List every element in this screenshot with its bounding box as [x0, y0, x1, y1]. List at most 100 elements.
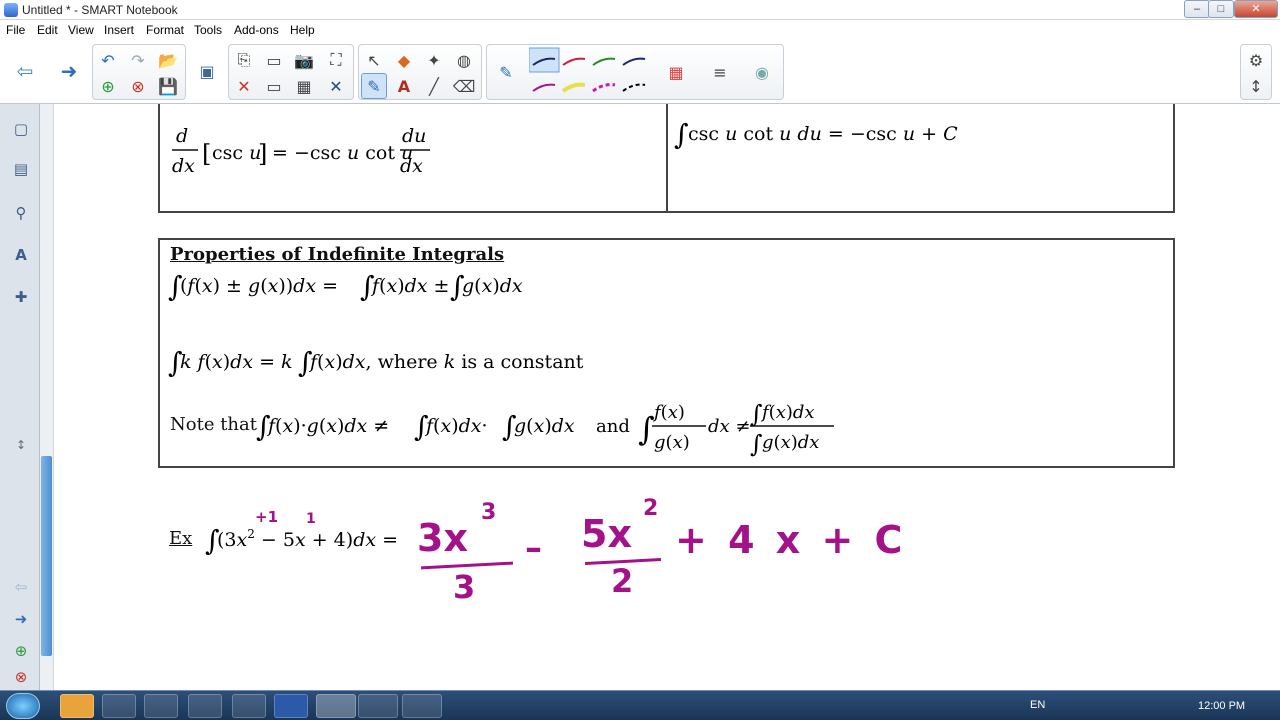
table-divider	[666, 104, 668, 211]
screen-capture-icon[interactable]: ▭	[261, 47, 287, 73]
camera-icon[interactable]: 📷	[291, 47, 317, 73]
handwritten-numerator-2: 5x	[581, 512, 632, 556]
taskbar: EN 12:00 PM	[0, 690, 1280, 720]
svg-text:g(x)dx: g(x)dx	[514, 415, 575, 437]
menu-addons[interactable]: Add-ons	[234, 23, 279, 37]
text-icon[interactable]: A	[391, 73, 417, 99]
taskbar-app-other[interactable]	[402, 694, 442, 718]
handwritten-numerator-1: 3x	[417, 516, 468, 560]
maximize-button[interactable]: □	[1208, 0, 1234, 18]
menu-format[interactable]: Format	[146, 23, 184, 37]
toolbar-settings-group: ⚙ ↕	[1240, 44, 1272, 100]
svg-text:= −csc u cot u: = −csc u cot u	[272, 142, 413, 164]
gear-icon[interactable]: ⚙	[1243, 47, 1269, 73]
fullscreen-icon[interactable]: ⛶	[323, 47, 349, 73]
clear-icon[interactable]: ✕	[231, 73, 257, 99]
menu-bar: File Edit View Insert Format Tools Add-o…	[0, 20, 1280, 40]
attachments-icon[interactable]: ⚲	[8, 200, 34, 226]
menu-tools[interactable]: Tools	[194, 23, 222, 37]
svg-text:(f(x) ± g(x))dx =: (f(x) ± g(x))dx =	[180, 275, 338, 297]
sidebar-add-page-icon[interactable]: ⊕	[8, 638, 34, 664]
close-toolbar-icon[interactable]: ✕	[323, 73, 349, 99]
menu-edit[interactable]: Edit	[37, 23, 58, 37]
screen-shade-icon[interactable]: ▣	[194, 58, 220, 84]
svg-text:∫: ∫	[674, 118, 689, 151]
note-formula: ∫ f(x)·g(x)dx ≠ ∫ f(x)dx· ∫ g(x)dx and ∫…	[256, 400, 834, 458]
save-icon[interactable]: 💾	[155, 73, 181, 99]
notebook-page[interactable]: d dx [ csc u ] = −csc u cot u du dx ∫ cs…	[55, 104, 1280, 690]
example-integral: ∫ (3x2 − 5x + 4)dx =	[205, 524, 398, 557]
taskbar-app-chrome[interactable]	[232, 694, 266, 718]
formula-table: d dx [ csc u ] = −csc u cot u du dx ∫ cs…	[158, 104, 1175, 213]
system-clock[interactable]: 12:00 PM	[1198, 700, 1245, 712]
taskbar-app-explorer[interactable]	[144, 694, 178, 718]
add-page-icon[interactable]: ⊕	[95, 73, 121, 99]
open-icon[interactable]: 📂	[155, 47, 181, 73]
taskbar-app-media[interactable]	[188, 694, 222, 718]
minimize-button[interactable]: –	[1184, 0, 1210, 18]
eraser-icon[interactable]: ⌫	[451, 73, 477, 99]
sidebar-forward-icon[interactable]: ➜	[8, 606, 34, 632]
svg-text:dx: dx	[400, 155, 423, 177]
svg-text:k f(x)dx = k: k f(x)dx = k	[180, 351, 293, 373]
transparency-icon[interactable]: ◉	[749, 59, 775, 85]
back-icon[interactable]: ⇦	[12, 58, 38, 84]
svg-text:∫: ∫	[750, 400, 763, 428]
select-icon[interactable]: ↖	[361, 47, 387, 73]
taskbar-app-notebook[interactable]	[316, 694, 356, 718]
line-style-icon[interactable]: ≡	[707, 59, 733, 85]
redo-icon[interactable]: ↷	[125, 47, 151, 73]
language-indicator[interactable]: EN	[1030, 699, 1045, 711]
properties-title: Properties of Indefinite Integrals	[170, 244, 505, 265]
table-icon[interactable]: ▦	[291, 73, 317, 99]
move-toolbar-icon[interactable]: ↕	[1243, 73, 1269, 99]
sidebar-delete-page-icon[interactable]: ⊗	[8, 664, 34, 690]
svg-text:f(x)dx, where k is a constan: f(x)dx, where k is a constant	[308, 351, 584, 373]
page-sorter-icon[interactable]: ▢	[8, 116, 34, 142]
svg-text:f(x)·g(x)dx ≠: f(x)·g(x)dx ≠	[266, 415, 389, 437]
delete-page-icon[interactable]: ⊗	[125, 73, 151, 99]
resize-icon[interactable]: ↕	[8, 432, 34, 458]
svg-text:d: d	[176, 125, 188, 147]
app-icon	[4, 3, 18, 17]
sidebar-back-icon[interactable]: ⇦	[8, 574, 34, 600]
fill-icon[interactable]: ◍	[451, 47, 477, 73]
pen-style-swatches[interactable]	[529, 47, 679, 99]
scroll-thumb[interactable]	[41, 456, 52, 656]
taskbar-app-office[interactable]	[60, 694, 94, 718]
constant-rule-formula: ∫ k f(x)dx = k ∫ f(x)dx, where k is a co…	[168, 346, 584, 379]
start-button[interactable]	[6, 693, 40, 719]
maximize-icon: □	[1217, 3, 1225, 15]
color-grid-icon[interactable]: ▦	[663, 59, 689, 85]
svg-text:dx ≠: dx ≠	[708, 416, 751, 437]
menu-help[interactable]: Help	[290, 23, 315, 37]
paste-icon[interactable]: ⎘	[231, 47, 257, 73]
handwritten-denominator-1: 3	[453, 568, 476, 606]
taskbar-app-tools[interactable]	[358, 694, 398, 718]
svg-text:g(x): g(x)	[654, 432, 690, 453]
magic-pen-icon[interactable]: ✦	[421, 47, 447, 73]
gallery-icon[interactable]: ▤	[8, 156, 34, 182]
pen-type-icon[interactable]: ✎	[493, 59, 519, 85]
shapes-icon[interactable]: ◆	[391, 47, 417, 73]
lines-icon[interactable]: ╱	[421, 73, 447, 99]
title-bar: Untitled * - SMART Notebook – □ ✕	[0, 0, 1280, 20]
handwritten-minus: –	[525, 528, 542, 568]
menu-file[interactable]: File	[6, 23, 25, 37]
taskbar-app-word[interactable]	[274, 694, 308, 718]
properties-icon[interactable]: A	[8, 242, 34, 268]
handwritten-exponent-1: +1	[255, 508, 279, 526]
undo-icon[interactable]: ↶	[95, 47, 121, 73]
pen-icon[interactable]: ✎	[361, 73, 387, 99]
taskbar-app-browser[interactable]	[102, 694, 136, 718]
properties-box: Properties of Indefinite Integrals ∫ (f(…	[158, 238, 1175, 468]
menu-view[interactable]: View	[68, 23, 94, 37]
svg-text:f(x)dx ±: f(x)dx ±	[370, 275, 449, 297]
close-button[interactable]: ✕	[1234, 0, 1278, 18]
addons-icon[interactable]: ✚	[8, 284, 34, 310]
menu-insert[interactable]: Insert	[104, 23, 134, 37]
forward-icon[interactable]: ➜	[56, 58, 82, 84]
vertical-scrollbar[interactable]	[40, 104, 54, 690]
handwritten-denominator-2: 2	[611, 562, 634, 600]
dual-page-icon[interactable]: ▭	[261, 73, 287, 99]
